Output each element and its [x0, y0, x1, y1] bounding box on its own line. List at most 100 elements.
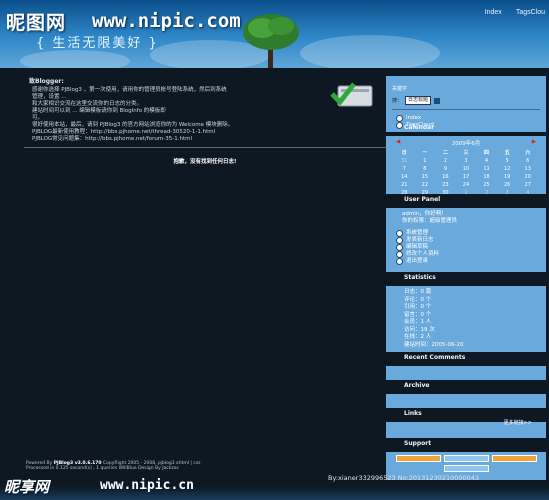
stat-item: 日志：0 篇: [404, 289, 432, 295]
calendar-day[interactable]: 13: [517, 166, 538, 172]
stat-item: 引用：0 个: [404, 304, 432, 310]
intro-line: 很好使用本站，最后，请到 PJBlog3 的官方网站浏览你的为 Welcome …: [32, 122, 234, 128]
support-title: Support: [404, 440, 432, 447]
more-links[interactable]: 更多链接>>: [392, 419, 532, 426]
search-scope-select[interactable]: 日志标题: [405, 96, 432, 105]
calendar-day[interactable]: 16: [435, 174, 456, 180]
calendar-day[interactable]: 8: [415, 166, 436, 172]
top-nav: Index TagsClou: [485, 9, 545, 16]
user-link[interactable]: 编辑草稿: [396, 244, 540, 251]
calendar-day[interactable]: 3: [497, 190, 518, 196]
stat-item: 建站时间：2005-06-20: [404, 341, 464, 348]
site-logo[interactable]: 昵图网: [6, 8, 66, 35]
bullet-icon: [396, 237, 403, 244]
site-logo-url[interactable]: www.nipic.com: [92, 10, 241, 32]
links-title: Links: [404, 410, 422, 417]
bullet-icon: [396, 258, 403, 265]
bullet-icon: [396, 244, 403, 251]
stat-item: 在线：2 人: [404, 334, 432, 340]
archive-panel: Archive: [386, 382, 546, 408]
nav-index[interactable]: Index: [485, 9, 502, 16]
intro-line: 和大家相识交流在这里交流你的日志的分类。: [32, 101, 143, 107]
calendar-day[interactable]: 11: [476, 166, 497, 172]
calendar-day[interactable]: 6: [517, 158, 538, 164]
calendar-day[interactable]: 1: [415, 158, 436, 164]
recent-comments-panel: Recent Comments: [386, 354, 546, 380]
calendar-day[interactable]: 14: [394, 174, 415, 180]
calendar-day[interactable]: 2: [435, 158, 456, 164]
user-link[interactable]: 发表新日志: [396, 237, 540, 244]
calendar-weekday: 四: [484, 150, 490, 156]
calendar-weekday: 日: [401, 150, 407, 156]
calendar-day[interactable]: 5: [497, 158, 518, 164]
calendar-day[interactable]: 23: [435, 182, 456, 188]
calendar-day[interactable]: 10: [456, 166, 477, 172]
next-month-button[interactable]: ▶: [532, 139, 536, 147]
support-badge[interactable]: [443, 455, 489, 462]
support-badge[interactable]: [395, 455, 441, 462]
intro-line: 可。: [32, 115, 44, 121]
user-panel: User Panel admin，你好啊！ 你的权限：超级管理员 系统管理 发表…: [386, 196, 546, 272]
support-badge[interactable]: [491, 455, 537, 462]
calendar-day[interactable]: 15: [415, 174, 436, 180]
calendar-day[interactable]: 7: [394, 166, 415, 172]
stat-item: 留言：0 个: [404, 311, 432, 318]
user-welcome: admin，你好啊！: [402, 211, 447, 217]
user-panel-title: User Panel: [404, 196, 441, 203]
user-link[interactable]: 修改个人资料: [396, 251, 540, 258]
stat-item: 会员：1 人: [404, 319, 432, 325]
calendar-day[interactable]: 21: [394, 182, 415, 188]
calendar-day[interactable]: 18: [476, 174, 497, 180]
calendar-month: 2009年6月: [451, 141, 481, 147]
calendar-grid: 日一二三四五六 31 1 2 3 4 5 6 7 8 9 10 11 12 13 14 15 16 17 18 19 20…: [394, 149, 538, 196]
stat-item: 访问：19 次: [404, 326, 435, 333]
calendar-day[interactable]: 1: [456, 190, 477, 196]
user-links: 系统管理 发表新日志 编辑草稿 修改个人资料 退出登录: [396, 230, 540, 265]
calendar-day[interactable]: 27: [517, 182, 538, 188]
support-badge[interactable]: [443, 465, 489, 472]
bullet-icon: [396, 122, 403, 129]
watermark-logo: 昵享网: [4, 478, 50, 496]
calendar-day[interactable]: 9: [435, 166, 456, 172]
recent-comments-title: Recent Comments: [404, 354, 466, 361]
statistics-title: Statistics: [404, 274, 436, 281]
cloud-decoration: [20, 50, 130, 68]
user-role: 你的权限：超级管理员: [402, 218, 458, 224]
calendar-weekday: 一: [422, 150, 428, 156]
menu-link[interactable]: Index: [396, 115, 540, 122]
calendar-day[interactable]: 4: [476, 158, 497, 164]
prev-month-button[interactable]: ◀: [396, 139, 400, 147]
calendar-day[interactable]: 24: [456, 182, 477, 188]
calendar-day[interactable]: 4: [517, 190, 538, 196]
calendar-day[interactable]: 20: [517, 174, 538, 180]
user-link[interactable]: 退出登录: [396, 258, 540, 265]
watermark-url: www.nipic.cn: [100, 478, 194, 493]
nav-tagscloud[interactable]: TagsClou: [516, 9, 545, 16]
welcome-check-icon: [330, 82, 373, 107]
calendar-day[interactable]: 2: [476, 190, 497, 196]
calendar-day[interactable]: 22: [415, 182, 436, 188]
links-panel: Links 更多链接>>: [386, 410, 546, 438]
calendar-day[interactable]: 19: [497, 174, 518, 180]
calendar-title: Calendar: [404, 124, 435, 131]
calendar-day[interactable]: 26: [497, 182, 518, 188]
calendar-weekday: 三: [463, 150, 469, 156]
calendar-weekday: 五: [504, 150, 510, 156]
bullet-icon: [396, 230, 403, 237]
user-link[interactable]: 系统管理: [396, 230, 540, 237]
footer-band: [0, 486, 549, 500]
calendar-day[interactable]: 17: [456, 174, 477, 180]
intro-line: 管理，设置 ...: [32, 94, 67, 100]
site-header: 昵图网 www.nipic.com { 生活无限美好 } Index TagsC…: [0, 0, 549, 68]
search-go-button[interactable]: [434, 97, 441, 104]
main-content: 致Blogger: 感谢你选择 PJBlog3 ，第一次使用，请用你的管理员帐号…: [24, 72, 386, 165]
bbs-link[interactable]: PJBLOG常见问题集：http://bbs.pjhome.net/forum-…: [32, 136, 386, 143]
calendar-day[interactable]: 12: [497, 166, 518, 172]
footer-line: Processed in 0.125 second(s) , 1 queries…: [26, 466, 179, 471]
calendar-header: ◀ 2009年6月 ▶: [396, 139, 536, 147]
divider: [24, 147, 386, 148]
calendar-day[interactable]: 31: [394, 158, 415, 164]
calendar-day[interactable]: 3: [456, 158, 477, 164]
bullet-icon: [396, 115, 403, 122]
calendar-day[interactable]: 25: [476, 182, 497, 188]
